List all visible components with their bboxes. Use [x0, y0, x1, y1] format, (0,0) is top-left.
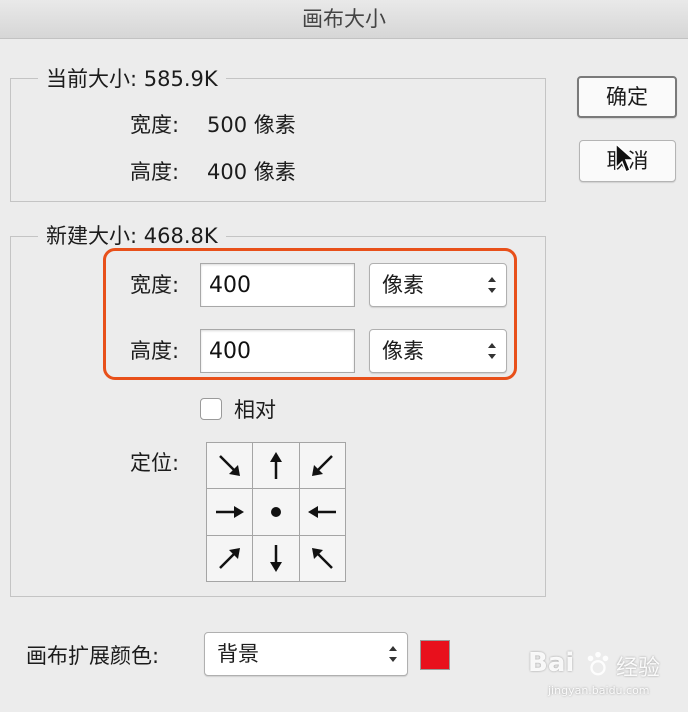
anchor-label: 定位: [130, 451, 180, 475]
extension-color-label: 画布扩展颜色: [26, 644, 160, 668]
new-size-title: 新建大小: 468.8K [38, 223, 226, 249]
arrow-down-icon [269, 545, 282, 573]
arrow-up-icon [269, 451, 282, 479]
width-unit-value: 像素 [382, 273, 424, 297]
anchor-center[interactable] [253, 489, 299, 535]
arrow-down-left-icon [312, 454, 334, 476]
stepper-arrows-icon [488, 343, 496, 359]
watermark-url: jingyan.baidu.com [548, 684, 650, 697]
anchor-top-right[interactable] [299, 443, 345, 489]
height-input[interactable] [200, 329, 355, 373]
current-height-value: 400 像素 [207, 160, 296, 184]
arrow-down-right-icon [218, 454, 240, 476]
window-title: 画布大小 [0, 0, 688, 39]
extension-color-value: 背景 [217, 642, 259, 666]
anchor-left[interactable] [207, 489, 253, 535]
new-width-label: 宽度: [130, 273, 180, 297]
extension-color-swatch[interactable] [420, 640, 450, 670]
stepper-arrows-icon [488, 277, 496, 293]
height-unit-value: 像素 [382, 339, 424, 363]
ok-button[interactable]: 确定 [577, 76, 677, 118]
width-unit-select[interactable]: 像素 [369, 263, 507, 307]
anchor-dot-icon [270, 506, 281, 517]
extension-color-select[interactable]: 背景 [204, 632, 408, 676]
anchor-grid[interactable] [206, 442, 346, 582]
anchor-bottom-left[interactable] [207, 535, 253, 581]
watermark-brand-suffix: 经验 [616, 656, 661, 681]
anchor-bottom[interactable] [253, 535, 299, 581]
watermark-brand: Bai [528, 648, 575, 678]
stepper-arrows-icon [389, 646, 397, 662]
width-input[interactable] [200, 263, 355, 307]
current-width-value: 500 像素 [207, 113, 296, 137]
anchor-right[interactable] [299, 489, 345, 535]
relative-label: 相对 [234, 398, 276, 422]
arrow-up-left-icon [312, 548, 334, 570]
current-size-title: 当前大小: 585.9K [38, 66, 226, 92]
height-unit-select[interactable]: 像素 [369, 329, 507, 373]
arrow-right-icon [215, 505, 244, 518]
relative-checkbox[interactable] [200, 398, 222, 420]
paw-logo-icon [587, 651, 609, 676]
anchor-bottom-right[interactable] [299, 535, 345, 581]
current-width-label: 宽度: [130, 113, 180, 137]
anchor-top-left[interactable] [207, 443, 253, 489]
new-height-label: 高度: [130, 339, 180, 363]
baidu-watermark: Bai 经验 jingyan.baidu.com [528, 648, 683, 708]
arrow-up-right-icon [218, 548, 240, 570]
arrow-left-icon [308, 505, 337, 518]
mouse-cursor-icon [615, 142, 636, 174]
anchor-top[interactable] [253, 443, 299, 489]
current-height-label: 高度: [130, 160, 180, 184]
